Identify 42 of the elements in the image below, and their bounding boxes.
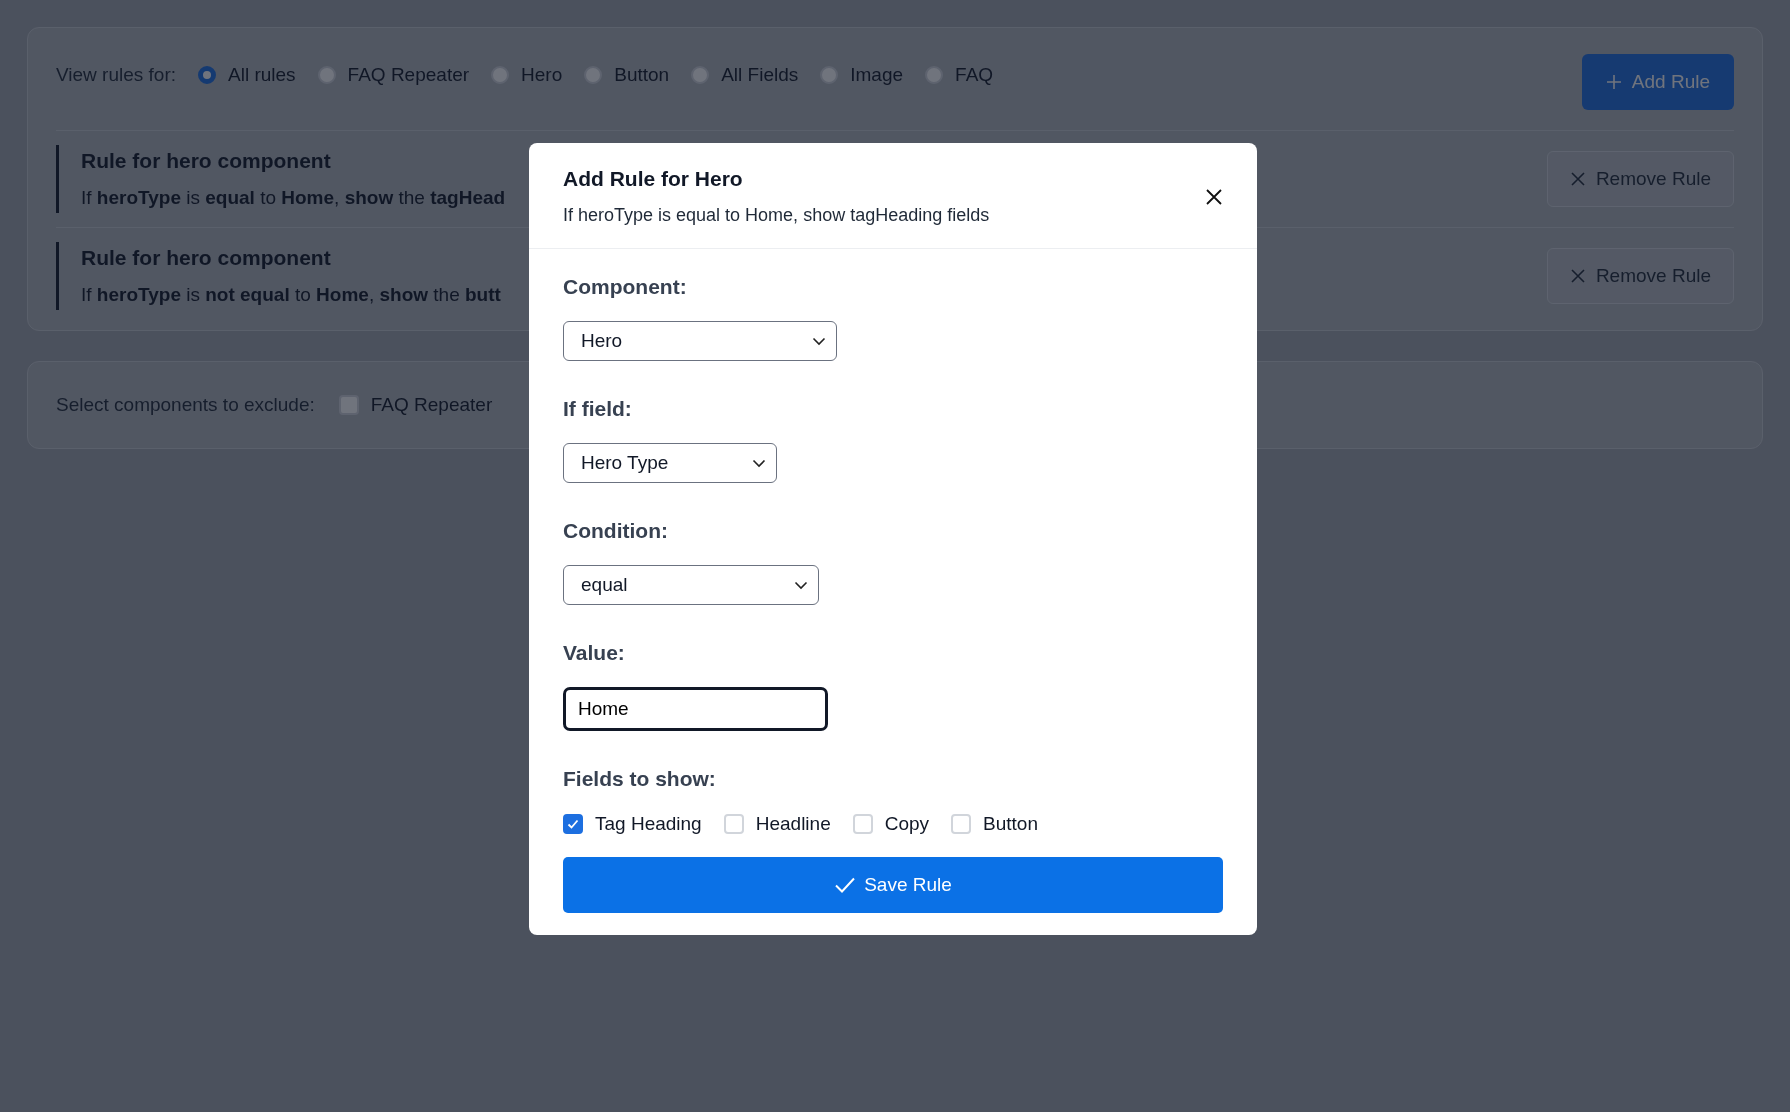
- field-label: Component:: [563, 275, 688, 299]
- filter-radio[interactable]: Image: [820, 64, 904, 86]
- field-label: Condition:: [563, 519, 669, 543]
- close-icon: [1205, 187, 1223, 206]
- close-button[interactable]: [1205, 187, 1223, 206]
- plus-icon: [1605, 74, 1622, 90]
- dropdown[interactable]: equal: [563, 565, 819, 605]
- value-input[interactable]: Home: [563, 687, 828, 731]
- exclude-checkbox[interactable]: FAQ Repeater: [338, 394, 493, 416]
- field-label: Value:: [563, 641, 626, 665]
- rule-title: Rule for hero component: [81, 149, 332, 173]
- field-checkbox[interactable]: Copy: [852, 813, 930, 835]
- chevron-down-icon: [794, 580, 808, 590]
- field-label: Fields to show:: [563, 767, 717, 791]
- filter-radio[interactable]: All Fields: [691, 64, 799, 86]
- add-rule-button[interactable]: Add Rule: [1581, 54, 1734, 110]
- filter-radio[interactable]: Button: [584, 64, 670, 86]
- field-checkbox[interactable]: Button: [951, 813, 1038, 835]
- close-icon: [1569, 171, 1586, 187]
- chevron-down-icon: [752, 458, 766, 468]
- filter-radio[interactable]: FAQ Repeater: [317, 64, 470, 86]
- filter-radio[interactable]: FAQ: [925, 64, 994, 86]
- modal-title: Add Rule for Hero: [563, 167, 744, 191]
- field-checkbox[interactable]: Tag Heading: [563, 813, 702, 835]
- save-rule-button[interactable]: Save Rule: [563, 857, 1223, 913]
- exclude-label: Select components to exclude:: [56, 394, 315, 416]
- filter-label: View rules for:: [56, 64, 177, 86]
- rule-description: If heroType is equal to Home, show the tagHead: [81, 187, 506, 209]
- field-checkbox[interactable]: Headline: [723, 813, 831, 835]
- field-label: If field:: [563, 397, 633, 421]
- chevron-down-icon: [812, 336, 826, 346]
- rule-title: Rule for hero component: [81, 246, 332, 270]
- rule-description: If heroType is not equal to Home, show the butt: [81, 284, 501, 306]
- modal-subtitle: If heroType is equal to Home, show tagHeading fields: [563, 205, 990, 226]
- filter-radio[interactable]: Hero: [491, 64, 563, 86]
- remove-rule-button[interactable]: Remove Rule: [1546, 151, 1734, 207]
- dropdown[interactable]: Hero: [563, 321, 837, 361]
- dropdown[interactable]: Hero Type: [563, 443, 777, 483]
- remove-rule-button[interactable]: Remove Rule: [1546, 248, 1734, 304]
- check-icon: [834, 876, 857, 894]
- filter-radio[interactable]: All rules: [198, 64, 296, 86]
- close-icon: [1569, 268, 1586, 284]
